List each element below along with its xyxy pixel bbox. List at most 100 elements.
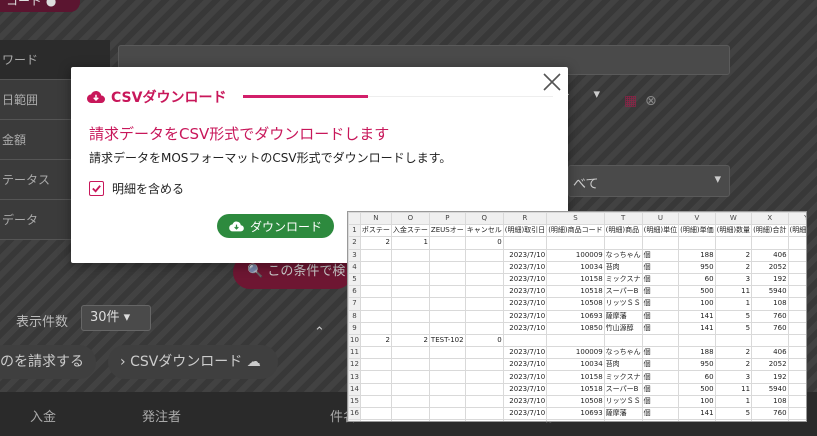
table-cell: 1 [787,285,806,299]
table-cell: 個 [641,358,680,372]
table-cell [390,285,430,299]
table-cell [428,297,466,311]
table-cell: 1 [390,236,430,250]
table-cell [428,321,466,335]
row-number: 4 [348,260,361,274]
table-cell [464,419,504,421]
table-row: 10 2 2 TEST-102 0 [348,333,806,348]
table-cell [428,260,466,274]
table-cell [428,406,466,421]
table-cell [428,272,466,287]
spreadsheet-table: NOPQRSTUVWXY1ポステー入金ステーZEUSオーキャンセル(明細)取引日… [348,212,806,421]
row-number: 2 [348,236,361,250]
table-cell [359,419,392,421]
table-cell [546,333,605,348]
table-row: 16 2023/7/1010693薩摩藩個14157601 [348,406,806,421]
table-cell: 3 [714,370,753,384]
table-cell [390,394,430,409]
include-details-checkbox[interactable] [89,181,104,196]
table-cell: 個 [641,346,680,360]
table-cell [428,358,466,372]
bg-request-crumb: のを請求する [0,345,96,379]
table-cell: スーパーB [603,382,643,396]
table-cell [678,236,716,250]
close-icon[interactable] [541,71,563,93]
table-cell [428,248,466,262]
column-header: T [603,212,643,226]
table-cell [428,236,466,250]
table-cell: なっちゃん [603,346,643,360]
table-cell [390,321,430,335]
row-number: 7 [348,297,361,311]
table-cell: 1 [787,346,806,360]
table-cell [359,260,392,274]
table-cell: (明細)数量 [714,224,753,238]
table-cell: 5 [714,406,753,421]
row-number: 13 [348,370,361,384]
row-number: 11 [348,346,361,360]
table-cell [751,236,789,250]
table-cell: リッツＳＳ [603,297,643,311]
download-button[interactable]: ダウンロード [217,214,334,238]
bg-status-select: べて ▾ [568,165,730,197]
table-cell: 760 [751,309,789,323]
table-cell [464,321,504,335]
table-cell: 個 [641,260,680,274]
table-cell [603,333,643,348]
table-cell: 個 [641,309,680,323]
modal-header: CSVダウンロード [87,87,226,107]
table-cell: 500 [678,382,716,396]
table-cell [428,370,466,384]
table-cell: 2023/7/10 [502,382,548,396]
table-cell: 個 [641,321,680,335]
table-cell [641,333,680,348]
column-header: O [390,212,430,226]
table-cell: 1 [787,394,806,409]
table-cell [359,321,392,335]
table-cell: 5 [714,321,753,335]
row-number: 8 [348,309,361,323]
table-row: 2210 [348,236,806,250]
table-cell [464,370,504,384]
row-number: 14 [348,382,361,396]
modal-description: 請求データをMOSフォーマットのCSV形式でダウンロードします。 [89,151,452,165]
table-cell: 2023/7/10 [502,248,548,262]
bg-sort-icon: ⌃ [314,325,325,340]
clear-icon: ⊗ [645,93,657,109]
table-cell: ミックスナ [603,370,643,384]
table-cell [390,297,430,311]
table-cell [464,394,504,409]
row-number: 5 [348,272,361,287]
table-cell: 108 [751,394,789,409]
table-row: 6 2023/7/1010518スーパーB個5001159401 [348,285,806,299]
table-cell [678,333,716,348]
table-cell [359,382,392,396]
table-row: 13 2023/7/1010158ミックスナ個6031921 [348,370,806,384]
row-number: 15 [348,394,361,409]
table-cell: 1 [714,394,753,409]
include-details-row[interactable]: 明細を含める [89,180,184,197]
table-cell: (明細)消費 [787,224,806,238]
table-cell: 薩摩藩 [603,406,643,421]
table-cell: 100009 [546,346,605,360]
table-cell [428,346,466,360]
table-cell [502,333,548,348]
table-cell: 2023/7/10 [502,297,548,311]
table-cell: 2 [714,260,753,274]
table-cell: なっちゃん [603,248,643,262]
table-cell: 2052 [751,260,789,274]
table-row: 8 2023/7/1010693薩摩藩個14157601 [348,309,806,323]
table-cell: 10158 [546,370,605,384]
table-cell [428,394,466,409]
table-cell [359,272,392,287]
table-cell: 2023/7/10 [502,285,548,299]
table-cell [359,309,392,323]
table-cell [464,309,504,323]
table-cell: 10518 [546,382,605,396]
table-cell: 406 [751,248,789,262]
table-cell [464,285,504,299]
table-cell: 2023/7/10 [502,321,548,335]
table-cell: 1 [787,406,806,421]
table-cell: ポステー [359,224,392,238]
table-cell: 5940 [751,285,789,299]
